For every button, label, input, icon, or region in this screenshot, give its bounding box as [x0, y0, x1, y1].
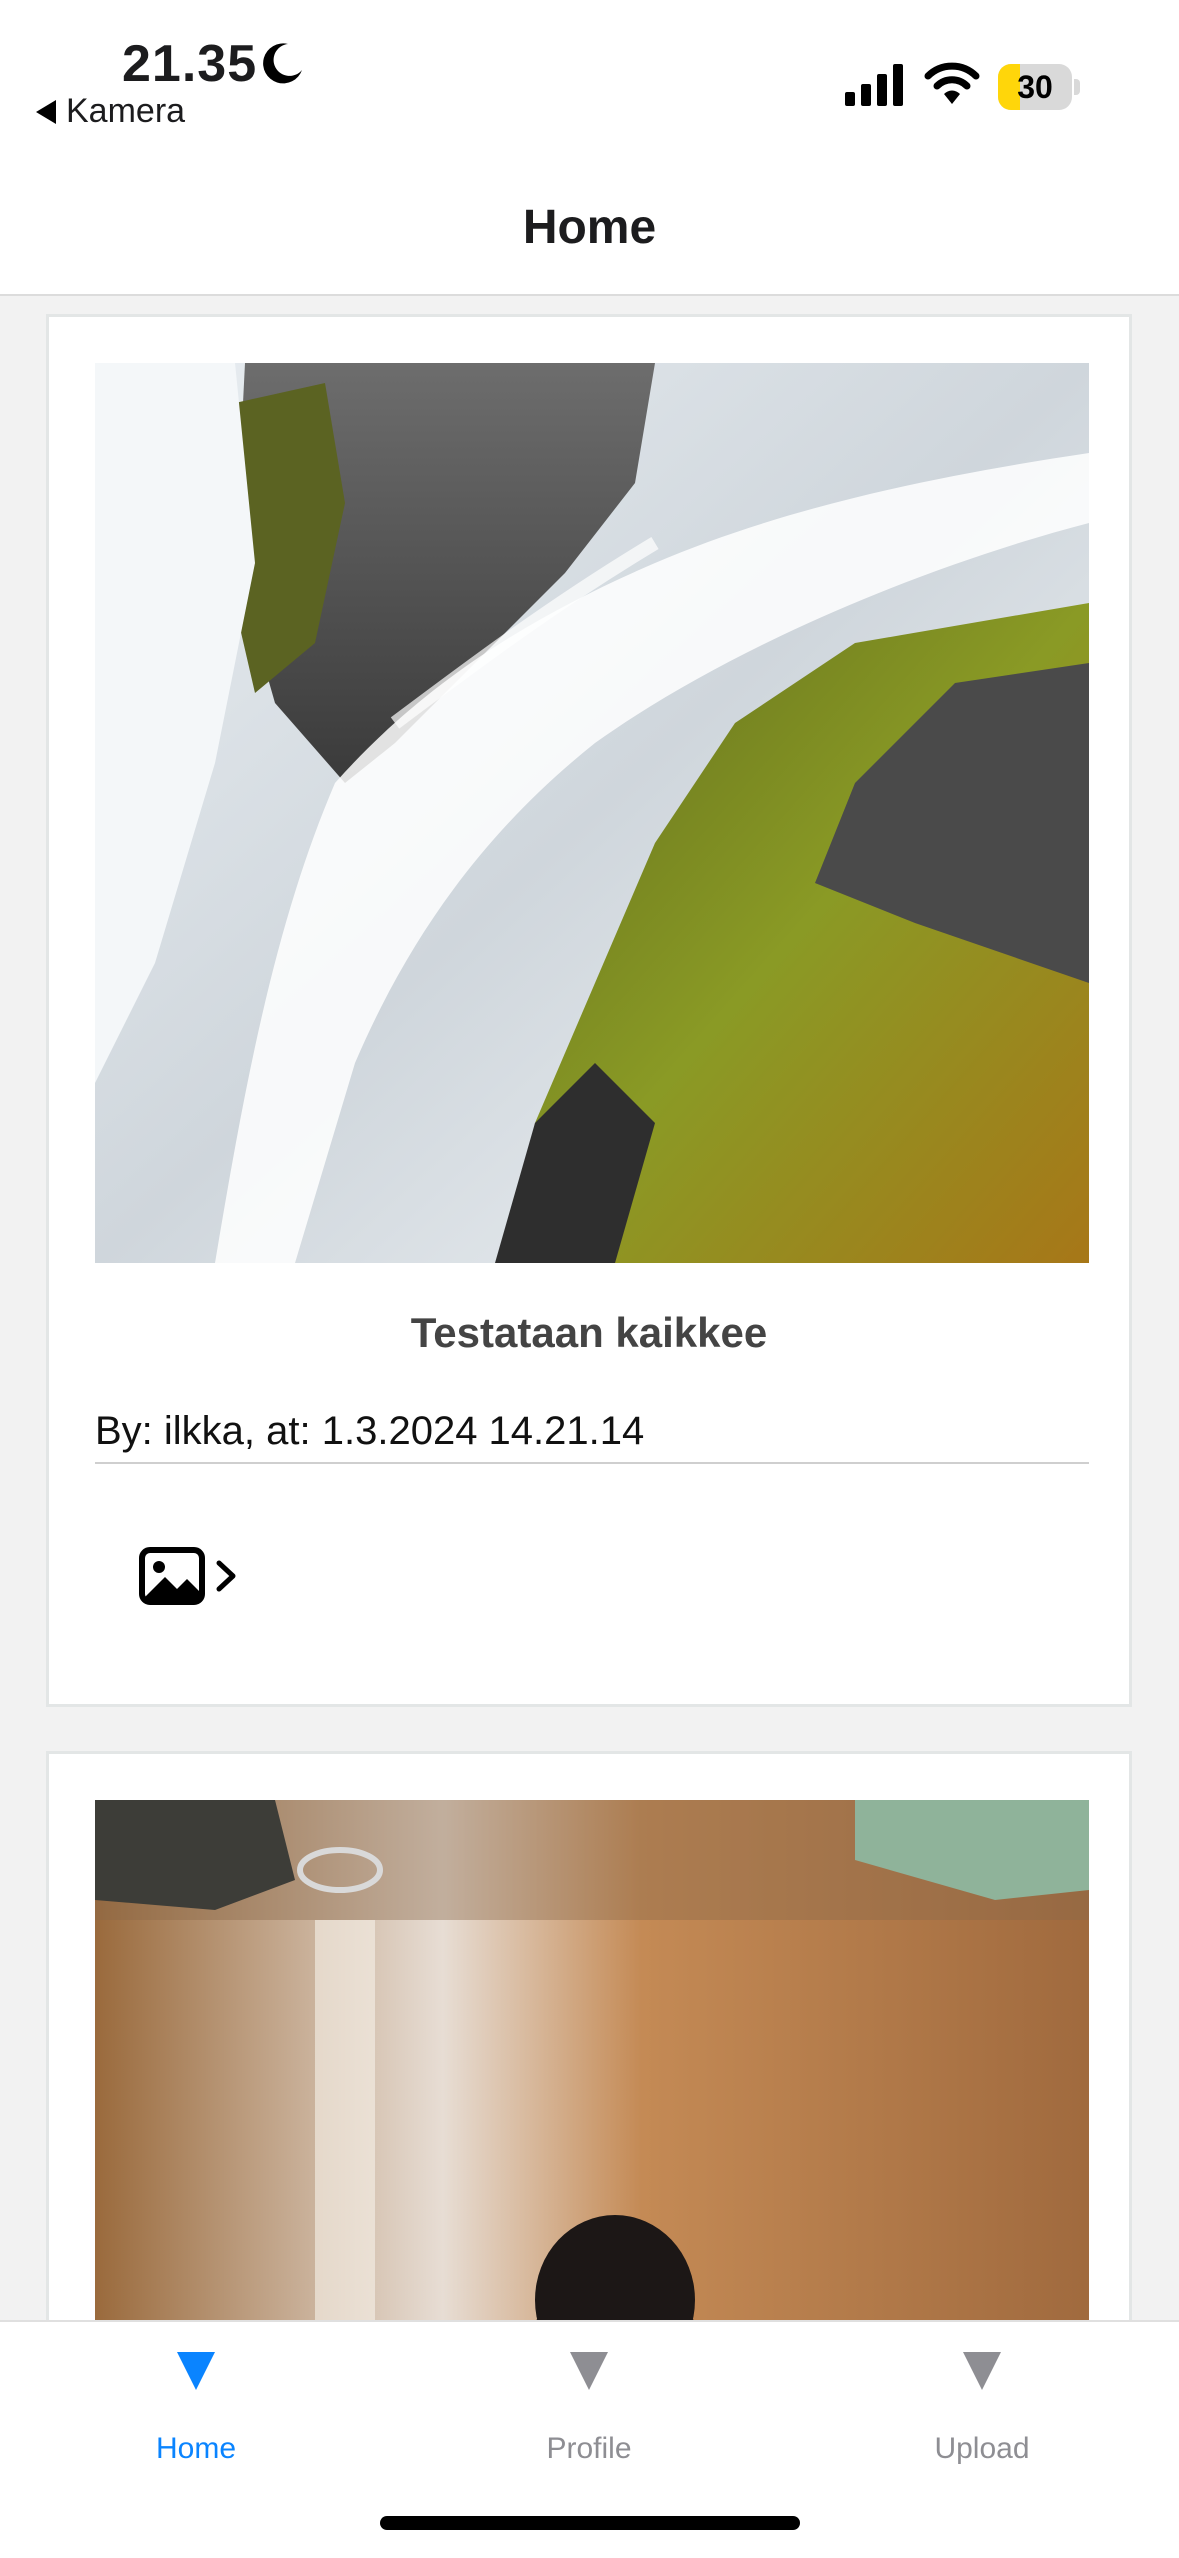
profile-tab-icon: [570, 2352, 608, 2390]
battery-percentage: 30: [1017, 69, 1053, 105]
image-icon: [139, 1547, 205, 1605]
home-tab-icon: [177, 2352, 215, 2390]
tab-profile[interactable]: Profile: [469, 2352, 709, 2466]
back-arrow-icon: [36, 99, 56, 124]
post-meta: By: ilkka, at: 1.3.2024 14.21.14: [95, 1409, 1089, 1464]
tab-home[interactable]: Home: [76, 2352, 316, 2466]
tab-profile-label: Profile: [546, 2432, 632, 2465]
tab-home-label: Home: [155, 2432, 237, 2465]
post-title: Testataan kaikkee: [410, 1309, 768, 1356]
page-title: Home: [522, 201, 657, 254]
open-media-button[interactable]: [139, 1547, 237, 1605]
post-card: Testataan kaikkee By: ilkka, at: 1.3.202…: [46, 314, 1132, 1707]
status-time: 21.35: [122, 35, 258, 93]
status-bar: 21.35 Kamera 30: [0, 0, 1179, 180]
upload-tab-icon: [963, 2352, 1001, 2390]
wifi-icon: [924, 62, 980, 104]
chevron-right-icon: [216, 1560, 236, 1592]
moon-icon: [263, 43, 302, 84]
battery-icon: 30: [998, 64, 1082, 110]
home-indicator[interactable]: [380, 2516, 800, 2530]
navigation-header: Home: [0, 180, 1179, 296]
tab-upload[interactable]: Upload: [862, 2352, 1102, 2466]
back-to-app-link[interactable]: Kamera: [36, 92, 185, 131]
waterfall-photo: [95, 363, 1089, 1263]
tab-upload-label: Upload: [934, 2432, 1030, 2465]
post-image-waterfall[interactable]: [95, 363, 1089, 1263]
back-app-label: Kamera: [66, 92, 186, 130]
cellular-signal-icon: [845, 64, 903, 106]
